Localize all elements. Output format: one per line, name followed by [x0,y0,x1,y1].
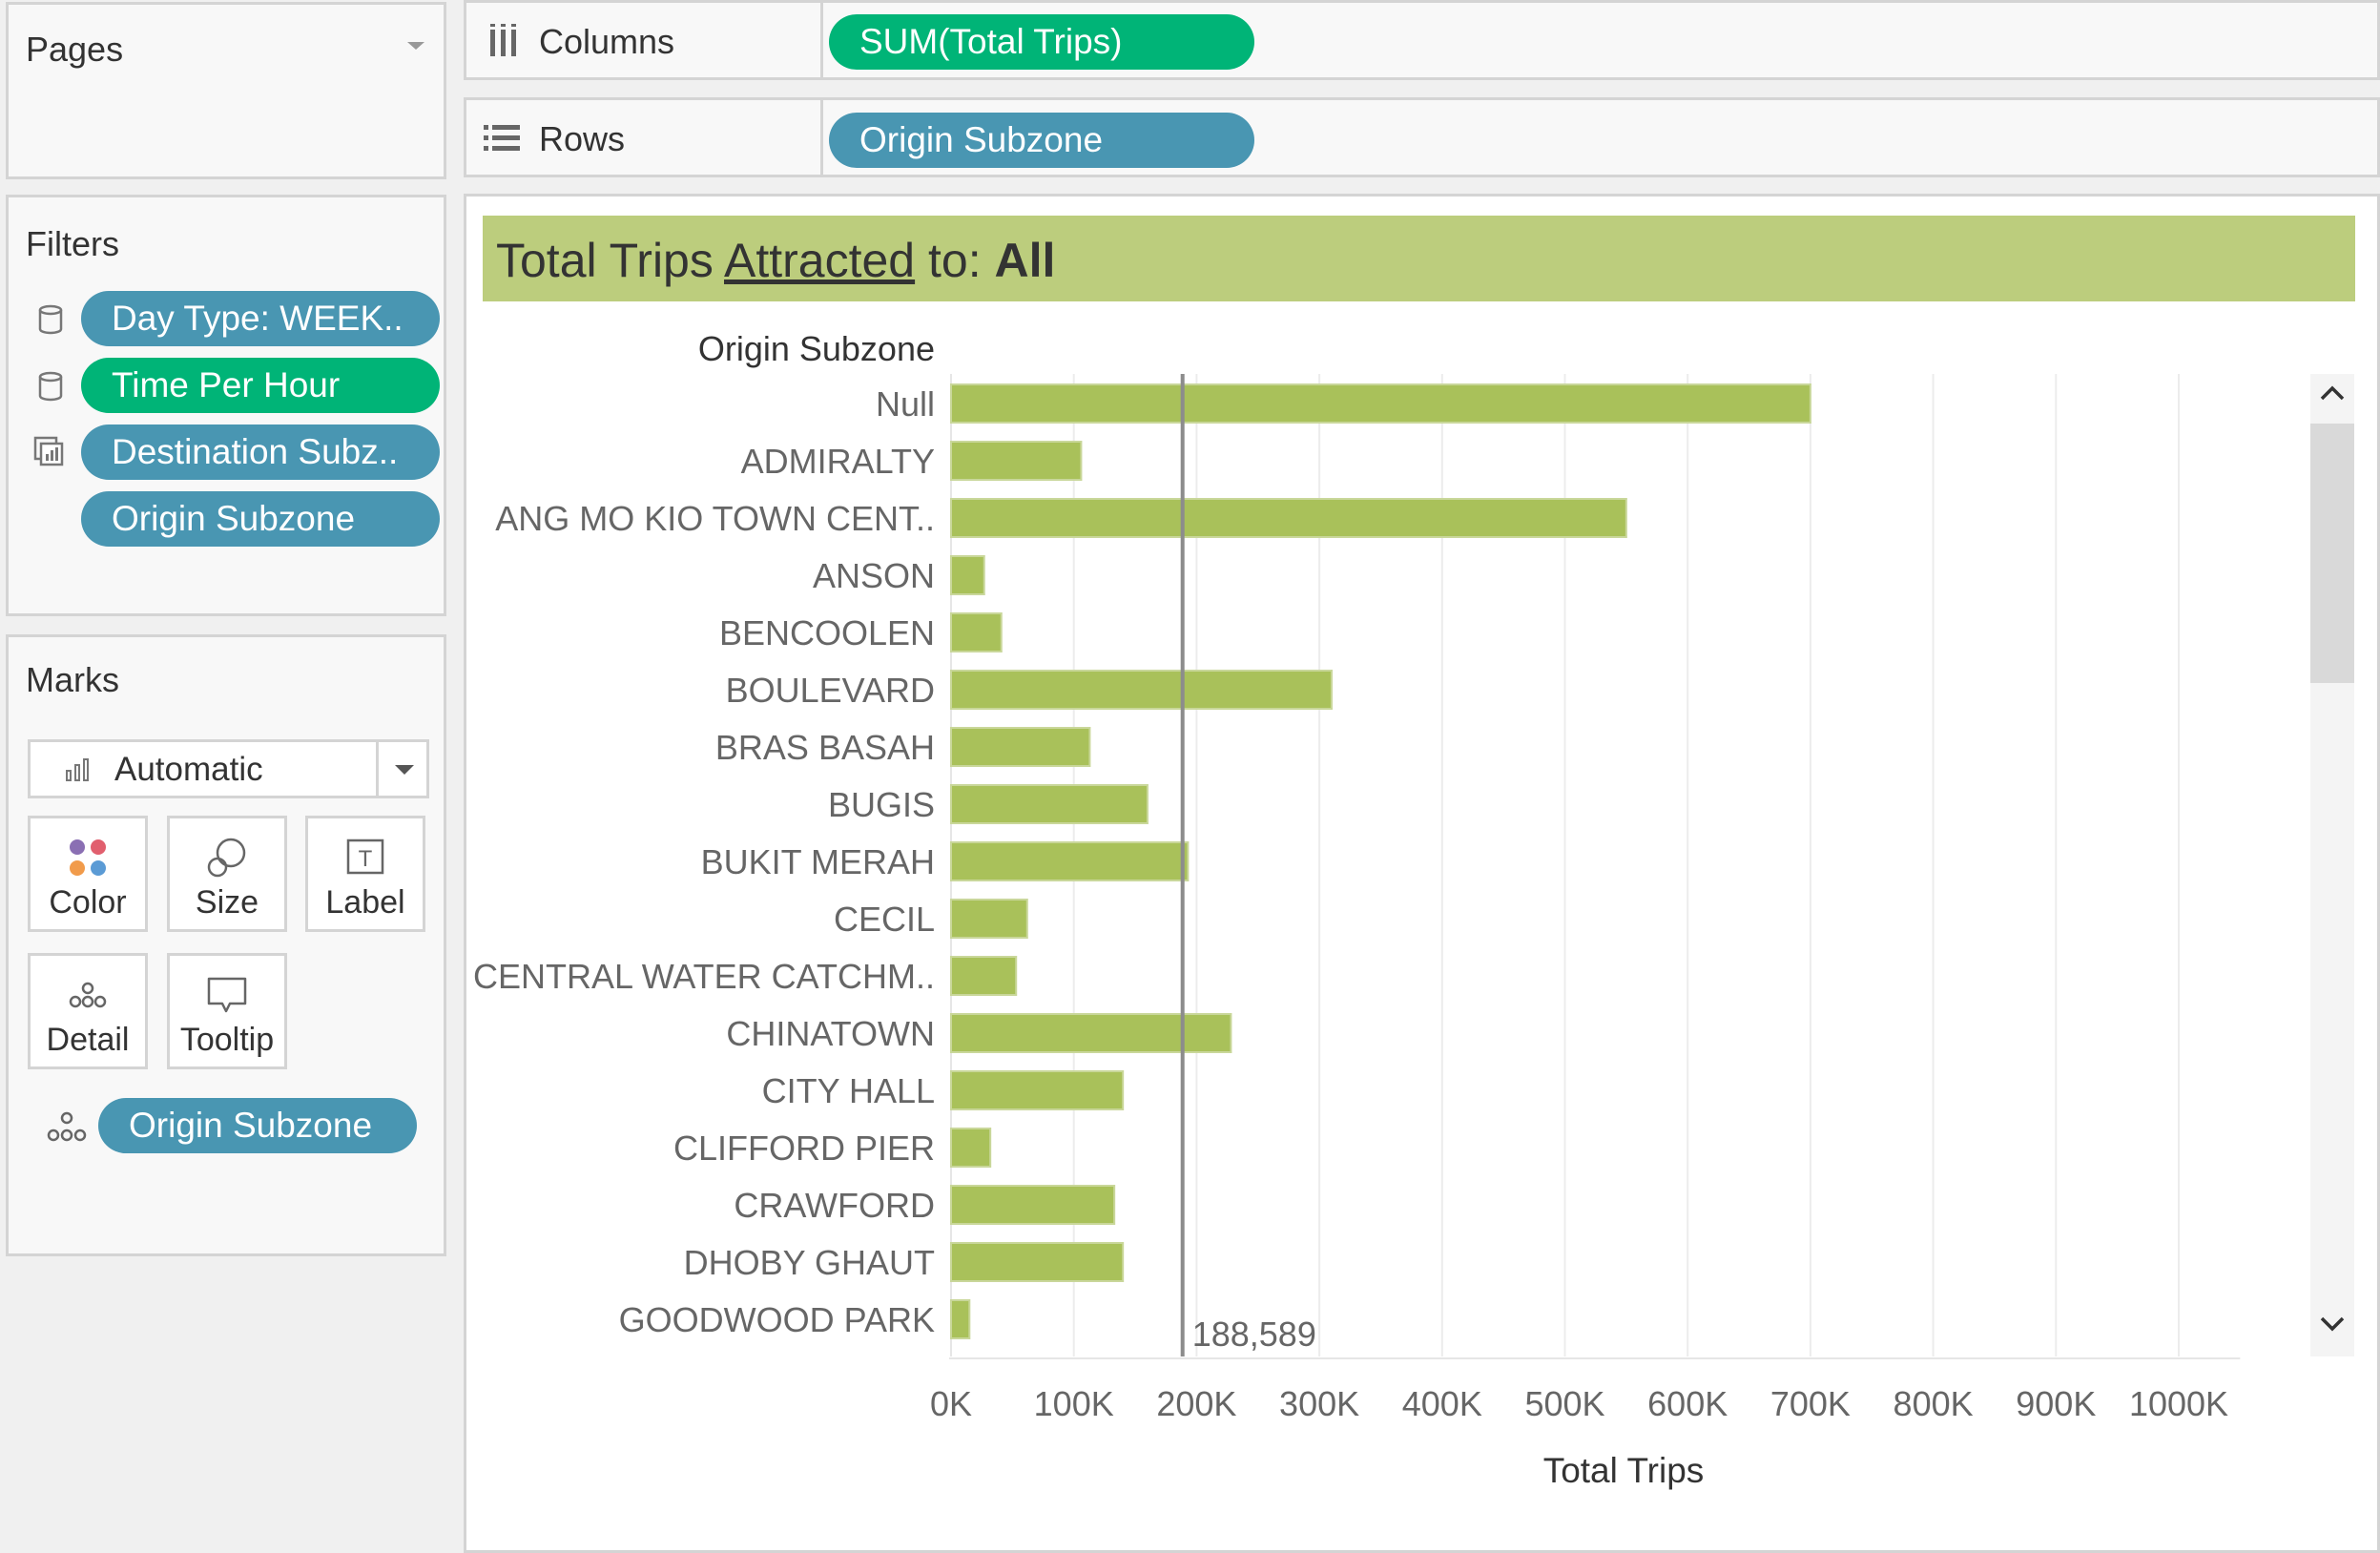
bar[interactable] [950,1299,971,1339]
category-label[interactable]: BUKIT MERAH [701,842,935,881]
bar[interactable] [950,1070,1125,1110]
bar[interactable] [950,1128,992,1168]
x-tick-label: 100K [1034,1384,1114,1423]
x-tick-label: 500K [1524,1384,1604,1423]
reference-line-label: 188,589 [1192,1315,1316,1354]
category-label[interactable]: ANG MO KIO TOWN CENT.. [495,499,935,538]
category-label[interactable]: BOULEVARD [726,671,935,710]
x-tick-label: 1000K [2129,1384,2228,1423]
bar[interactable] [950,727,1091,767]
category-label[interactable]: BUGIS [828,785,935,824]
category-label[interactable]: CRAWFORD [734,1186,935,1225]
bar[interactable] [950,899,1028,939]
bar[interactable] [950,956,1018,996]
bar[interactable] [950,441,1083,481]
category-label[interactable]: CECIL [834,900,935,939]
x-tick-label: 600K [1647,1384,1728,1423]
bar[interactable] [950,670,1333,710]
bar[interactable] [950,555,985,595]
bar[interactable] [950,498,1627,538]
bar[interactable] [950,784,1149,824]
bar[interactable] [950,612,1003,652]
category-label[interactable]: CHINATOWN [726,1014,935,1053]
chevron-down-icon[interactable] [2318,1315,2347,1334]
bar[interactable] [950,841,1190,881]
bar-chart: Null ADMIRALTY ANG MO KIO TOWN CENT.. ANSON… [473,329,2241,1490]
chevron-up-icon[interactable] [2318,383,2347,403]
row-header-origin-subzone: Origin Subzone [698,329,935,368]
x-axis-title: Total Trips [1543,1451,1705,1490]
x-tick-label: 0K [930,1384,972,1423]
x-tick-label: 300K [1279,1384,1359,1423]
category-label[interactable]: DHOBY GHAUT [684,1243,935,1282]
bar[interactable] [950,1013,1232,1053]
category-label[interactable]: CLIFFORD PIER [673,1129,935,1168]
category-label[interactable]: GOODWOOD PARK [619,1300,935,1339]
category-label[interactable]: ADMIRALTY [741,442,935,481]
category-label[interactable]: CITY HALL [762,1071,935,1110]
category-label[interactable]: CENTRAL WATER CATCHM.. [473,957,935,996]
x-tick-label: 400K [1402,1384,1482,1423]
x-tick-label: 200K [1156,1384,1236,1423]
category-label[interactable]: ANSON [813,556,935,595]
category-label[interactable]: Null [876,384,935,424]
vertical-scrollbar[interactable] [2310,374,2354,1356]
x-tick-label: 800K [1894,1384,1974,1423]
category-label[interactable]: BENCOOLEN [719,613,935,652]
bar[interactable] [950,1185,1116,1225]
x-tick-label: 700K [1770,1384,1851,1423]
bar[interactable] [950,1242,1125,1282]
category-label[interactable]: BRAS BASAH [715,728,935,767]
bar[interactable] [950,383,1811,424]
x-tick-label: 900K [2016,1384,2096,1423]
scrollbar-thumb[interactable] [2310,424,2354,683]
